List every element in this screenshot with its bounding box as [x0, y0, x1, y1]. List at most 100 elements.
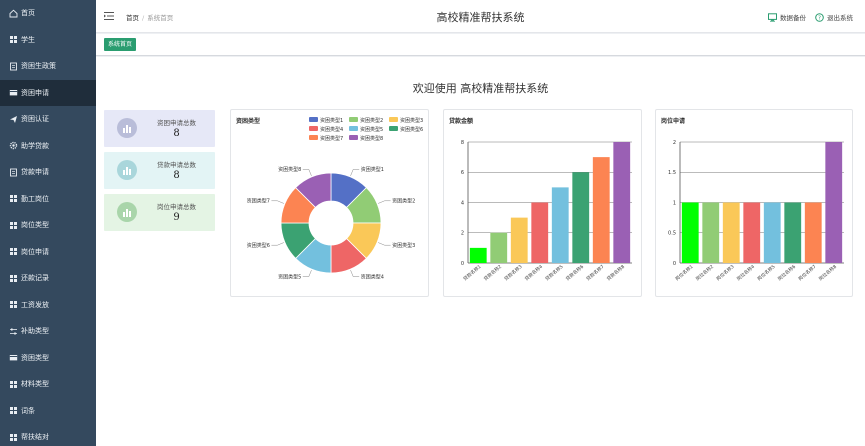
stat-label: 岗位申请总数 — [157, 203, 196, 211]
sidebar-item[interactable]: 岗位申请 — [0, 239, 96, 266]
sidebar-item[interactable]: 首页 — [0, 0, 96, 27]
home-icon — [9, 9, 18, 18]
x-tick-label: 贷款名称4 — [523, 263, 544, 282]
pie-label-line — [271, 200, 284, 204]
sidebar-item[interactable]: 勤工岗位 — [0, 186, 96, 213]
x-tick-label: 岗位名称4 — [735, 263, 756, 282]
legend-swatch — [389, 126, 398, 131]
pie-label: 资困类型6 — [247, 242, 270, 249]
pie-label-line — [302, 169, 312, 176]
sidebar-item[interactable]: 帮扶结对 — [0, 424, 96, 446]
x-tick-label: 岗位名称2 — [694, 263, 715, 282]
help-circle-icon: ? — [815, 12, 824, 22]
x-tick-label: 岗位名称5 — [756, 263, 777, 282]
grid-icon — [10, 301, 17, 309]
x-tick-label: 岗位名称8 — [817, 263, 838, 282]
grid-icon — [10, 195, 17, 203]
sliders-icon — [10, 328, 17, 335]
sidebar-item-label: 词条 — [21, 406, 35, 415]
stat-card-aid-applications: 资困申请总数 8 — [104, 110, 215, 147]
x-tick-label: 贷款名称7 — [585, 263, 606, 282]
sidebar: 首页学生 资困生政策 资困申请资困认证助学贷款贷款申请勤工岗位岗位类型 岗位申请还款记… — [0, 0, 96, 446]
sidebar-item[interactable]: 资困类型 — [0, 345, 96, 372]
bar — [469, 247, 487, 263]
bar — [825, 142, 843, 263]
bar — [613, 142, 631, 263]
x-tick-label: 岗位名称3 — [715, 263, 736, 282]
sidebar-item[interactable]: 岗位类型 — [0, 212, 96, 239]
sidebar-item[interactable]: 资困认证 — [0, 106, 96, 133]
logout-label: 退出系统 — [827, 14, 853, 22]
y-tick-label: 1 — [673, 200, 676, 206]
sidebar-item-label: 帮扶结对 — [21, 433, 49, 442]
sidebar-item-label: 工资发放 — [21, 300, 49, 309]
legend-label: 资困类型7 — [320, 135, 343, 142]
pie-label: 资困类型4 — [361, 273, 384, 280]
x-tick-label: 贷款名称1 — [462, 263, 483, 282]
sidebar-item[interactable]: 材料类型 — [0, 371, 96, 398]
job-bar-chart: 00.511.52岗位名称1 岗位名称2 岗位名称3 岗位名称4 岗位名称5 岗位名称6 岗… — [668, 140, 844, 282]
monitor-icon — [768, 12, 777, 22]
backup-label: 数据备份 — [780, 14, 806, 22]
bar — [572, 172, 590, 263]
sidebar-item[interactable]: 学生 — [0, 27, 96, 54]
sidebar-item-label: 还款记录 — [21, 274, 49, 283]
card-icon — [9, 355, 18, 361]
sidebar-item-label: 勤工岗位 — [21, 194, 49, 203]
sidebar-item-label: 助学贷款 — [21, 141, 49, 150]
x-tick-label: 岗位名称1 — [674, 263, 695, 282]
stat-card-job-applications: 岗位申请总数 9 — [104, 194, 215, 231]
logout-button[interactable]: ? 退出系统 — [815, 12, 853, 22]
grid-icon — [10, 407, 17, 415]
sidebar-item[interactable]: 助学贷款 — [0, 133, 96, 160]
loan-chart-card: 贷款金额 0 2 4 6 8 贷款名称1 贷款名称2 贷款名称3 贷款名称4 贷款名称5 贷款名称6… — [443, 109, 642, 297]
y-tick-label: 2 — [461, 231, 464, 237]
sidebar-item-label: 资困认证 — [21, 115, 49, 124]
sidebar-item[interactable]: 词条 — [0, 398, 96, 425]
y-tick-label: 0.5 — [668, 231, 676, 237]
loan-bar-chart: 0 2 4 6 8 贷款名称1 贷款名称2 贷款名称3 贷款名称4 贷款名称5 贷款名称6 贷款名称7… — [461, 140, 632, 282]
app-root: 首页学生 资困生政策 资困申请资困认证助学贷款贷款申请勤工岗位岗位类型 岗位申请还款记… — [0, 0, 865, 446]
grid-icon — [10, 274, 17, 282]
sidebar-item[interactable]: 补助类型 — [0, 318, 96, 345]
sidebar-item[interactable]: 资困申请 — [0, 79, 96, 106]
sidebar-item[interactable]: 还款记录 — [0, 265, 96, 292]
stat-value: 9 — [173, 212, 180, 223]
backup-button[interactable]: 数据备份 — [768, 12, 806, 22]
legend-label: 资困类型1 — [320, 117, 343, 124]
pie-label-line — [271, 242, 284, 246]
pie-label-line — [302, 270, 312, 277]
y-tick-label: 6 — [461, 170, 464, 176]
stat-chart-icon — [117, 202, 137, 222]
y-tick-label: 0 — [673, 261, 676, 267]
gear-icon — [9, 142, 18, 150]
bar — [592, 157, 610, 263]
x-tick-label: 贷款名称3 — [503, 263, 524, 282]
svg-text:?: ? — [818, 15, 821, 21]
sidebar-item[interactable]: 工资发放 — [0, 292, 96, 319]
pie-label-line — [378, 200, 391, 204]
sidebar-item[interactable]: 贷款申请 — [0, 159, 96, 186]
bar — [804, 202, 822, 263]
pie-label: 资困类型1 — [361, 166, 384, 173]
pie-label: 资困类型5 — [278, 273, 301, 280]
bar — [784, 202, 802, 263]
app-title: 高校精准帮扶系统 — [436, 11, 525, 24]
stat-value: 8 — [173, 170, 180, 181]
sidebar-item-label: 材料类型 — [21, 380, 49, 389]
stat-label: 资困申请总数 — [157, 119, 196, 127]
grid-icon — [10, 221, 17, 229]
stat-chart-icon — [117, 160, 137, 180]
tab-system-home[interactable]: 系统首页 — [104, 38, 137, 51]
pie-label-line — [350, 169, 360, 176]
legend-swatch — [309, 117, 318, 122]
sidebar-item-label: 资困类型 — [21, 353, 49, 362]
legend-label: 资困类型5 — [360, 126, 383, 133]
legend-label: 资困类型6 — [400, 126, 423, 133]
y-tick-label: 8 — [461, 140, 464, 146]
job-chart-card: 岗位申请 0 0.5 1 1.5 2 岗位名称1 岗位名称2 岗位名称3 岗位名称4 岗位名称5 岗… — [655, 109, 853, 297]
sidebar-item[interactable]: 资困生政策 — [0, 53, 96, 80]
sidebar-item-label: 首页 — [21, 9, 35, 18]
legend-swatch — [309, 135, 318, 140]
x-tick-label: 贷款名称5 — [544, 263, 565, 282]
